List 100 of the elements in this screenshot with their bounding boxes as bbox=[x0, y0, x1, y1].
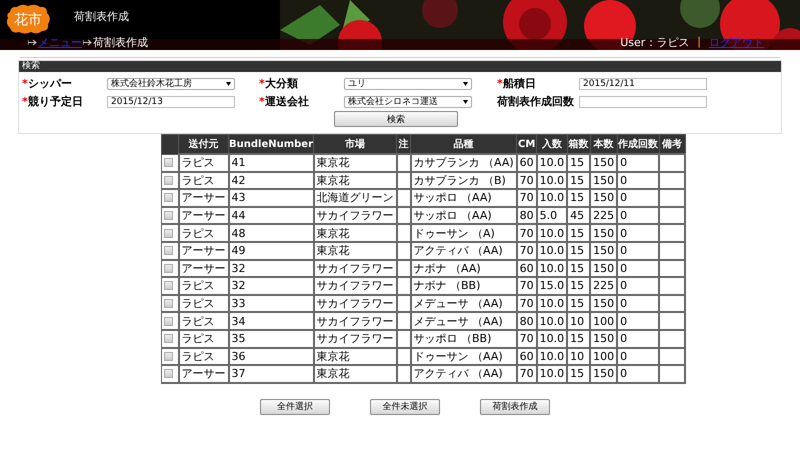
input-field[interactable] bbox=[579, 96, 707, 108]
row-checkbox[interactable] bbox=[164, 316, 173, 326]
table-cell bbox=[396, 330, 411, 348]
table-cell: 150 bbox=[590, 294, 618, 312]
row-checkbox[interactable] bbox=[164, 228, 173, 238]
table-cell: 10.0 bbox=[536, 242, 568, 260]
table-cell: 10.0 bbox=[536, 312, 568, 330]
row-checkbox[interactable] bbox=[164, 281, 173, 290]
table-cell: 15 bbox=[567, 224, 590, 242]
table-cell: 0 bbox=[617, 348, 660, 366]
caret-icon bbox=[463, 100, 468, 104]
row-checkbox[interactable] bbox=[164, 264, 173, 273]
table-cell: 35 bbox=[228, 330, 314, 348]
table-cell: サカイフラワー bbox=[314, 206, 397, 224]
table-cell: 東京花 bbox=[314, 172, 397, 190]
action-button[interactable]: 全件未選択 bbox=[370, 398, 440, 415]
table-cell: メデューサ （AA) bbox=[410, 312, 517, 330]
table-cell bbox=[659, 172, 686, 190]
dropdown[interactable]: 株式会社鈴木花工房 bbox=[107, 78, 235, 90]
table-cell: ラピス bbox=[178, 172, 228, 190]
row-checkbox[interactable] bbox=[164, 176, 173, 185]
separator: | bbox=[697, 35, 701, 50]
table-cell: 15 bbox=[567, 189, 590, 207]
table-cell: 70 bbox=[516, 172, 537, 190]
table-cell: 60 bbox=[516, 154, 537, 172]
row-checkbox[interactable] bbox=[164, 158, 173, 168]
table-cell: 10 bbox=[567, 312, 590, 330]
table-cell: 150 bbox=[590, 189, 618, 207]
dropdown[interactable]: ユリ bbox=[344, 78, 472, 90]
table-cell: 15 bbox=[567, 242, 590, 260]
column-header: 箱数 bbox=[567, 134, 590, 154]
table-cell: 60 bbox=[516, 260, 537, 278]
table-cell: 0 bbox=[617, 154, 660, 172]
table-cell bbox=[659, 348, 686, 366]
table-cell: 150 bbox=[590, 172, 618, 190]
table-cell: メデューサ （AA) bbox=[410, 294, 517, 312]
table-cell: 37 bbox=[228, 365, 314, 383]
table-cell bbox=[396, 206, 411, 224]
table-cell: 10.0 bbox=[536, 365, 568, 383]
table-cell: 150 bbox=[590, 365, 618, 383]
table-cell: 0 bbox=[617, 365, 660, 383]
column-header: 本数 bbox=[590, 134, 618, 154]
table-cell: ラピス bbox=[178, 294, 228, 312]
table-cell: 70 bbox=[516, 224, 537, 242]
table-cell: カサブランカ （B) bbox=[410, 172, 517, 190]
table-cell: ラピス bbox=[178, 277, 228, 295]
row-checkbox[interactable] bbox=[164, 211, 173, 220]
table-cell: 44 bbox=[228, 206, 314, 224]
dropdown[interactable]: 株式会社シロネコ運送 bbox=[344, 96, 472, 108]
table-cell: 15 bbox=[567, 277, 590, 295]
row-checkbox[interactable] bbox=[164, 246, 173, 256]
table-cell: 70 bbox=[516, 365, 537, 383]
table-cell: 15 bbox=[567, 365, 590, 383]
field-label: 荷割表作成回数 bbox=[497, 94, 575, 109]
table-cell: 150 bbox=[590, 260, 618, 278]
row-checkbox[interactable] bbox=[164, 193, 173, 202]
field-label: *船積日 bbox=[497, 76, 537, 91]
table-cell: サカイフラワー bbox=[314, 277, 397, 295]
input-field[interactable]: 2015/12/11 bbox=[579, 78, 707, 90]
action-button[interactable]: 荷割表作成 bbox=[480, 398, 550, 415]
row-checkbox[interactable] bbox=[164, 299, 173, 308]
table-cell: ラピス bbox=[178, 348, 228, 366]
table-cell: アクティバ （AA) bbox=[410, 242, 517, 260]
field-label: *競り予定日 bbox=[22, 94, 84, 109]
table-cell: ドゥーサン （AA) bbox=[410, 348, 517, 366]
table-cell: アーサー bbox=[178, 189, 228, 207]
table-cell bbox=[659, 330, 686, 348]
table-cell: 10.0 bbox=[536, 260, 568, 278]
table-cell: サカイフラワー bbox=[314, 260, 397, 278]
table-cell: カサブランカ （AA) bbox=[410, 154, 517, 172]
row-checkbox[interactable] bbox=[164, 369, 173, 378]
table-cell: 15 bbox=[567, 294, 590, 312]
table-cell: 0 bbox=[617, 294, 660, 312]
table-cell: 15.0 bbox=[536, 277, 568, 295]
search-button[interactable]: 検索 bbox=[334, 111, 458, 127]
input-field[interactable]: 2015/12/13 bbox=[107, 96, 235, 108]
table-cell: ラピス bbox=[178, 224, 228, 242]
table-cell: 80 bbox=[516, 312, 537, 330]
user-name: User：ラピス bbox=[620, 35, 690, 50]
table-cell: 北海道グリーン bbox=[314, 189, 397, 207]
column-header: BundleNumber bbox=[228, 134, 314, 154]
table-cell: 0 bbox=[617, 277, 660, 295]
table-cell bbox=[396, 365, 411, 383]
table-cell: 10.0 bbox=[536, 294, 568, 312]
table-cell: 東京花 bbox=[314, 348, 397, 366]
table-cell bbox=[396, 242, 411, 260]
table-cell: 0 bbox=[617, 312, 660, 330]
row-checkbox[interactable] bbox=[164, 334, 173, 344]
table-cell: 0 bbox=[617, 189, 660, 207]
table-cell: サッポロ （BB) bbox=[410, 330, 517, 348]
table-cell: 225 bbox=[590, 277, 618, 295]
table-cell: アーサー bbox=[178, 206, 228, 224]
table-cell bbox=[659, 365, 686, 383]
table-cell: 5.0 bbox=[536, 206, 568, 224]
column-header: 備考 bbox=[659, 134, 686, 154]
action-button[interactable]: 全件選択 bbox=[260, 398, 330, 415]
table-cell: 100 bbox=[590, 348, 618, 366]
table-cell bbox=[659, 260, 686, 278]
table-cell: ナボナ （BB) bbox=[410, 277, 517, 295]
row-checkbox[interactable] bbox=[164, 352, 173, 361]
